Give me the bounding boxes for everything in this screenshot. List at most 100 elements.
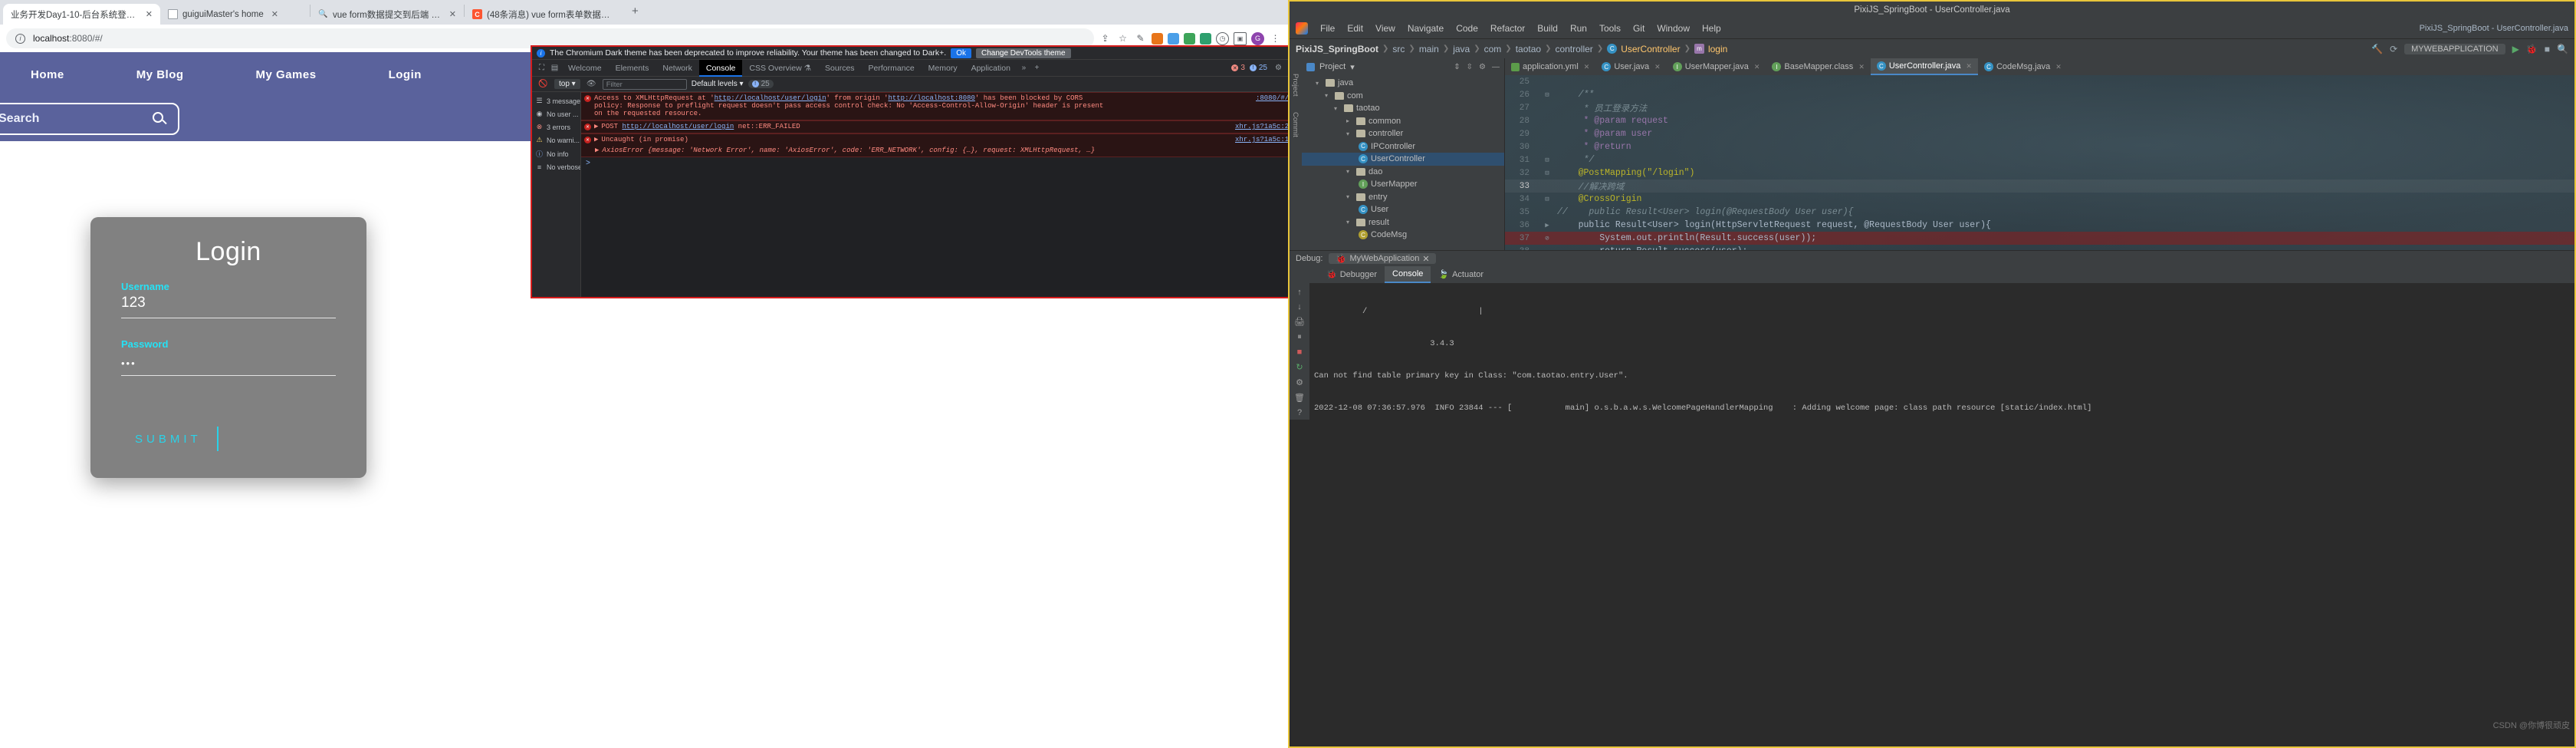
tool-tab-project[interactable]: Project (1290, 66, 1301, 104)
chevron-down-icon[interactable]: ▾ (1316, 80, 1322, 87)
console-message[interactable]: ✕ Access to XMLHttpRequest at 'http://lo… (581, 92, 1314, 120)
password-input[interactable]: ••• (121, 352, 336, 372)
close-icon[interactable]: ✕ (1754, 63, 1760, 71)
sidebar-item-errors[interactable]: ⊗ 3 errors (532, 120, 580, 133)
breadcrumb-usercontroller[interactable]: UserController (1621, 44, 1680, 54)
issues-count-badge[interactable]: ! 25 (748, 80, 774, 88)
star-icon[interactable]: ☆ (1116, 32, 1129, 45)
tab-console[interactable]: Console (698, 59, 743, 77)
menu-tools[interactable]: Tools (1593, 23, 1627, 34)
pencil-icon[interactable]: ✎ (1134, 32, 1147, 45)
sidebar-item-messages[interactable]: ☰ 3 messages (532, 94, 580, 107)
menu-git[interactable]: Git (1627, 23, 1651, 34)
debug-tab-debugger[interactable]: 🐞 Debugger (1319, 266, 1385, 283)
close-icon[interactable]: ✕ (1858, 63, 1865, 71)
scroll-down-icon[interactable]: ↓ (1297, 302, 1302, 311)
editor-tab-user-java[interactable]: C User.java ✕ (1595, 58, 1666, 75)
clear-console-icon[interactable]: 🚫 (537, 78, 550, 90)
menu-window[interactable]: Window (1651, 23, 1696, 34)
console-link[interactable]: http://localhost/user/login (715, 94, 826, 102)
device-toolbar-icon[interactable]: ▤ (548, 62, 561, 74)
search-everywhere-icon[interactable]: 🔍 (2557, 44, 2568, 54)
fold-icon[interactable]: ⊟ (1537, 170, 1557, 177)
add-tab-icon[interactable]: + (1030, 62, 1043, 74)
editor-tab-codemsg-java[interactable]: C CodeMsg.java ✕ (1978, 58, 2068, 75)
browser-tab[interactable]: C (48条消息) vue form表单数据提交到后 (465, 4, 626, 25)
tab-memory[interactable]: Memory (922, 60, 964, 77)
debug-tab-console[interactable]: Console (1385, 266, 1431, 283)
build-icon[interactable]: 🔨 (2371, 44, 2383, 54)
menu-view[interactable]: View (1369, 23, 1401, 34)
chevron-down-icon[interactable]: ▾ (1346, 168, 1353, 175)
console-link[interactable]: http://localhost:8080 (888, 94, 974, 102)
tree-item[interactable]: ▾ taotao (1302, 102, 1504, 115)
chart-icon[interactable] (1168, 32, 1179, 44)
menu-icon[interactable]: ⋮ (1269, 32, 1282, 45)
error-count-badge[interactable]: ✕ 3 (1231, 64, 1245, 72)
tree-item[interactable]: C IPController (1302, 140, 1504, 153)
tree-item[interactable]: ▾ com (1302, 90, 1504, 103)
chevron-down-icon[interactable]: ▾ (1325, 92, 1332, 99)
username-input[interactable]: 123 (121, 295, 336, 315)
tree-item[interactable]: ▾ entry (1302, 191, 1504, 204)
tree-item[interactable]: I UserMapper (1302, 178, 1504, 191)
stop-icon[interactable]: ■ (1297, 348, 1303, 357)
chevron-down-icon[interactable]: ▾ (1346, 219, 1353, 226)
close-icon[interactable]: ✕ (449, 9, 456, 19)
grid-icon[interactable] (1152, 32, 1163, 44)
log-level-selector[interactable]: Default levels ▾ (692, 80, 744, 88)
menu-code[interactable]: Code (1450, 23, 1484, 34)
breadcrumb-main[interactable]: main (1419, 44, 1439, 54)
editor-tab-basemapper-class[interactable]: I BaseMapper.class ✕ (1766, 58, 1870, 75)
fold-icon[interactable]: ⊟ (1537, 91, 1557, 99)
sidebar-item-warnings[interactable]: ⚠ No warni... (532, 133, 580, 147)
breadcrumb-com[interactable]: com (1484, 44, 1502, 54)
expand-arrow-icon[interactable]: ▶ (594, 136, 598, 143)
change-theme-button[interactable]: Change DevTools theme (976, 48, 1071, 58)
tab-performance[interactable]: Performance (862, 60, 922, 77)
eye-icon[interactable]: 👁 (585, 78, 598, 90)
search-icon[interactable] (153, 111, 167, 127)
tree-item[interactable]: C User (1302, 203, 1504, 216)
menu-help[interactable]: Help (1696, 23, 1727, 34)
breadcrumb-java[interactable]: java (1453, 44, 1470, 54)
breadcrumb-src[interactable]: src (1392, 44, 1405, 54)
tab-network[interactable]: Network (656, 60, 699, 77)
console-message[interactable]: ✕ ▶ POST http://localhost/user/login net… (581, 120, 1314, 133)
puzzle-icon[interactable]: ▣ (1234, 31, 1247, 45)
share-icon[interactable]: ⇪ (1099, 32, 1112, 45)
print-icon[interactable]: 🖨 (1294, 317, 1305, 327)
sidebar-item-verbose[interactable]: ≡ No verbose (532, 161, 580, 173)
debug-config-tab[interactable]: 🐞 MyWebApplication ✕ (1329, 253, 1436, 264)
collapse-all-icon[interactable]: ⇳ (1467, 63, 1473, 71)
stop-icon[interactable]: ■ (2545, 44, 2550, 54)
breadcrumb-login[interactable]: login (1708, 44, 1727, 54)
close-icon[interactable]: ✕ (1422, 254, 1429, 264)
menu-refactor[interactable]: Refactor (1484, 23, 1531, 34)
editor-tab-usercontroller-java[interactable]: C UserController.java ✕ (1870, 58, 1978, 75)
sidebar-item-info[interactable]: ⓘ No info (532, 147, 580, 161)
debug-tab-actuator[interactable]: 🍃 Actuator (1431, 266, 1491, 283)
clock-icon[interactable]: ◷ (1216, 31, 1229, 45)
submit-button[interactable]: SUBMIT (135, 433, 202, 446)
console-message[interactable]: ✕ ▶ Uncaught (in promise) ▶ AxiosError {… (581, 133, 1314, 157)
nav-item-home[interactable]: Home (31, 68, 64, 81)
delete-icon[interactable]: 🗑 (1294, 393, 1305, 403)
profile-avatar[interactable]: G (1251, 31, 1264, 45)
chevron-down-icon[interactable]: ▾ (1334, 105, 1341, 112)
tab-css-overview[interactable]: CSS Overview ⚗ (742, 60, 818, 77)
browser-tab[interactable]: 业务开发Day1-10-后台系统登录亚 ✕ (3, 4, 160, 25)
help-icon[interactable]: ? (1297, 408, 1302, 417)
chevron-down-icon[interactable]: ▾ (1346, 193, 1353, 200)
run-icon[interactable]: ▶ (2512, 44, 2519, 54)
menu-navigate[interactable]: Navigate (1401, 23, 1450, 34)
tree-item-selected[interactable]: C UserController (1302, 153, 1504, 166)
inspect-icon[interactable]: ⛶ (535, 62, 548, 74)
sidebar-item-user-messages[interactable]: ◉ No user ... (532, 107, 580, 120)
chevron-right-icon[interactable]: ▸ (1346, 117, 1353, 124)
tab-elements[interactable]: Elements (609, 60, 656, 77)
console-prompt[interactable]: > (581, 157, 1314, 170)
tree-item[interactable]: ▾ result (1302, 216, 1504, 229)
warning-count-badge[interactable]: ! 25 (1249, 64, 1267, 72)
shield-icon[interactable] (1184, 32, 1195, 44)
